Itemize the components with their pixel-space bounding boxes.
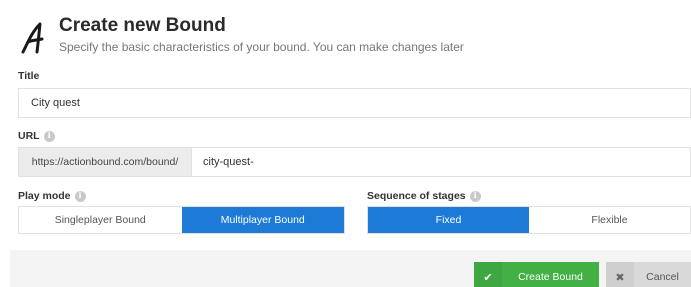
title-input[interactable]: City quest (18, 88, 691, 118)
url-input[interactable]: city-quest- (192, 148, 690, 176)
title-input-value: City quest (31, 97, 80, 109)
page-subtitle: Specify the basic characteristics of you… (59, 40, 464, 54)
play-mode-label-text: Play mode (18, 190, 71, 202)
play-mode-toggle: Singleplayer Bound Multiplayer Bound (18, 206, 345, 234)
sequence-info-icon[interactable] (469, 190, 481, 202)
url-input-value: city-quest- (203, 156, 254, 168)
url-info-icon[interactable] (43, 130, 55, 142)
fixed-option[interactable]: Fixed (368, 207, 529, 233)
flexible-option[interactable]: Flexible (529, 207, 690, 233)
title-label: Title (18, 70, 39, 82)
check-icon: ✔ (474, 262, 502, 287)
url-label-text: URL (18, 130, 40, 142)
close-icon: ✖ (606, 262, 634, 287)
url-field: https://actionbound.com/bound/ city-ques… (18, 147, 691, 177)
singleplayer-option[interactable]: Singleplayer Bound (19, 207, 182, 233)
title-label-text: Title (18, 70, 40, 82)
sequence-label: Sequence of stages (367, 190, 481, 202)
actionbound-logo-icon (21, 22, 44, 54)
play-mode-info-icon[interactable] (74, 190, 86, 202)
multiplayer-option[interactable]: Multiplayer Bound (181, 207, 344, 233)
dialog-header: Create new Bound Specify the basic chara… (14, 12, 684, 58)
url-prefix: https://actionbound.com/bound/ (19, 148, 192, 176)
page-title: Create new Bound (59, 15, 226, 36)
cancel-label: Cancel (646, 271, 679, 283)
sequence-toggle: Fixed Flexible (367, 206, 691, 234)
cancel-button[interactable]: ✖ Cancel (606, 262, 691, 287)
play-mode-label: Play mode (18, 190, 86, 202)
sequence-label-text: Sequence of stages (367, 190, 466, 202)
create-bound-label: Create Bound (518, 271, 583, 283)
url-label: URL (18, 130, 55, 142)
create-bound-button[interactable]: ✔ Create Bound (474, 262, 599, 287)
